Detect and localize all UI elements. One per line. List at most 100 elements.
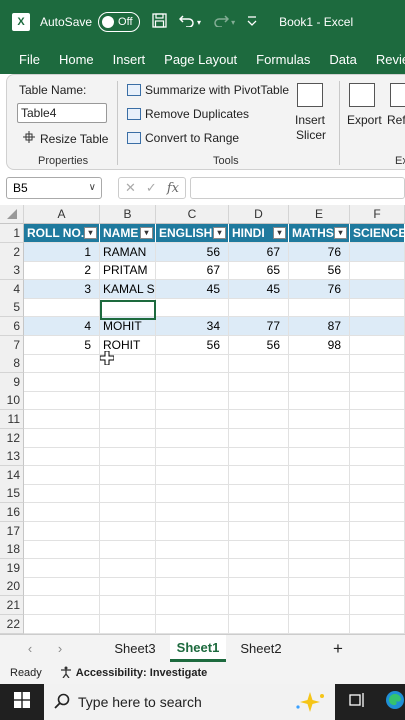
empty-cell[interactable] bbox=[229, 558, 289, 578]
sheet-nav-next[interactable]: › bbox=[50, 635, 70, 662]
empty-cell[interactable] bbox=[24, 577, 100, 597]
row-header[interactable]: 16 bbox=[0, 503, 24, 522]
undo-dropdown-icon[interactable]: ▾ bbox=[197, 18, 201, 27]
empty-cell[interactable] bbox=[24, 372, 100, 392]
empty-cell[interactable] bbox=[350, 372, 405, 392]
empty-cell[interactable] bbox=[24, 614, 100, 634]
empty-cell[interactable] bbox=[24, 354, 100, 374]
table-data-cell[interactable] bbox=[100, 298, 156, 318]
empty-cell[interactable] bbox=[24, 503, 100, 522]
table-data-cell[interactable]: 45 bbox=[156, 279, 229, 299]
empty-cell[interactable] bbox=[156, 428, 229, 448]
empty-cell[interactable] bbox=[350, 596, 405, 615]
row-header[interactable]: 15 bbox=[0, 484, 24, 504]
table-data-cell[interactable]: 76 bbox=[289, 242, 350, 262]
empty-cell[interactable] bbox=[100, 577, 156, 597]
table-name-input[interactable]: Table4 bbox=[17, 103, 107, 123]
remove-duplicates-button[interactable]: Remove Duplicates bbox=[127, 107, 249, 121]
empty-cell[interactable] bbox=[100, 614, 156, 634]
table-data-cell[interactable]: MOHIT bbox=[100, 317, 156, 336]
add-sheet-button[interactable]: + bbox=[326, 635, 350, 662]
empty-cell[interactable] bbox=[156, 503, 229, 522]
table-data-cell[interactable]: 2 bbox=[24, 261, 100, 281]
row-header[interactable]: 4 bbox=[0, 279, 24, 299]
row-header[interactable]: 20 bbox=[0, 577, 24, 597]
tab-home[interactable]: Home bbox=[59, 52, 94, 67]
tab-insert[interactable]: Insert bbox=[113, 52, 146, 67]
row-header[interactable]: 10 bbox=[0, 391, 24, 411]
sheet-tab-sheet2[interactable]: Sheet2 bbox=[230, 635, 292, 662]
table-data-cell[interactable]: 4 bbox=[24, 317, 100, 336]
empty-cell[interactable] bbox=[229, 521, 289, 541]
table-data-cell[interactable]: 67 bbox=[156, 261, 229, 281]
column-header[interactable]: B bbox=[100, 205, 156, 224]
row-header[interactable]: 2 bbox=[0, 242, 24, 262]
filter-dropdown-icon[interactable]: ▾ bbox=[213, 227, 226, 239]
empty-cell[interactable] bbox=[350, 503, 405, 522]
empty-cell[interactable] bbox=[100, 391, 156, 411]
empty-cell[interactable] bbox=[350, 410, 405, 429]
sheet-tab-sheet3[interactable]: Sheet3 bbox=[104, 635, 166, 662]
empty-cell[interactable] bbox=[229, 503, 289, 522]
row-header[interactable]: 19 bbox=[0, 558, 24, 578]
table-data-cell[interactable] bbox=[350, 279, 405, 299]
empty-cell[interactable] bbox=[350, 614, 405, 634]
enter-icon[interactable]: ✓ bbox=[146, 180, 157, 196]
empty-cell[interactable] bbox=[350, 577, 405, 597]
table-data-cell[interactable]: 45 bbox=[229, 279, 289, 299]
table-data-cell[interactable] bbox=[350, 317, 405, 336]
empty-cell[interactable] bbox=[100, 465, 156, 485]
redo-icon[interactable] bbox=[213, 13, 230, 31]
select-all-corner[interactable] bbox=[0, 205, 24, 224]
row-header[interactable]: 14 bbox=[0, 465, 24, 485]
empty-cell[interactable] bbox=[350, 428, 405, 448]
empty-cell[interactable] bbox=[156, 540, 229, 560]
redo-dropdown-icon[interactable]: ▾ bbox=[231, 18, 235, 27]
filter-dropdown-icon[interactable]: ▾ bbox=[273, 227, 286, 239]
table-data-cell[interactable] bbox=[350, 298, 405, 318]
table-data-cell[interactable]: 1 bbox=[24, 242, 100, 262]
cancel-icon[interactable]: ✕ bbox=[125, 180, 136, 196]
empty-cell[interactable] bbox=[350, 540, 405, 560]
save-icon[interactable] bbox=[152, 12, 167, 32]
table-data-cell[interactable]: 87 bbox=[289, 317, 350, 336]
table-data-cell[interactable]: 67 bbox=[229, 242, 289, 262]
empty-cell[interactable] bbox=[24, 540, 100, 560]
filter-dropdown-icon[interactable]: ▾ bbox=[334, 227, 347, 239]
empty-cell[interactable] bbox=[156, 447, 229, 467]
empty-cell[interactable] bbox=[100, 484, 156, 504]
empty-cell[interactable] bbox=[100, 596, 156, 615]
empty-cell[interactable] bbox=[229, 354, 289, 374]
table-data-cell[interactable] bbox=[24, 298, 100, 318]
table-header-cell[interactable]: ROLL NO. ▾ bbox=[24, 224, 100, 243]
table-header-cell[interactable]: ENGLISH ▾ bbox=[156, 224, 229, 243]
row-header[interactable]: 1 bbox=[0, 224, 24, 243]
table-data-cell[interactable]: 34 bbox=[156, 317, 229, 336]
empty-cell[interactable] bbox=[289, 577, 350, 597]
empty-cell[interactable] bbox=[289, 521, 350, 541]
empty-cell[interactable] bbox=[156, 558, 229, 578]
empty-cell[interactable] bbox=[24, 447, 100, 467]
empty-cell[interactable] bbox=[229, 465, 289, 485]
task-view-icon[interactable] bbox=[349, 692, 365, 713]
empty-cell[interactable] bbox=[229, 391, 289, 411]
empty-cell[interactable] bbox=[350, 558, 405, 578]
table-data-cell[interactable]: RAMAN bbox=[100, 242, 156, 262]
empty-cell[interactable] bbox=[100, 521, 156, 541]
column-header[interactable]: D bbox=[229, 205, 289, 224]
empty-cell[interactable] bbox=[289, 596, 350, 615]
column-header[interactable]: A bbox=[24, 205, 100, 224]
table-header-cell[interactable]: NAME ▾ bbox=[100, 224, 156, 243]
table-data-cell[interactable] bbox=[229, 298, 289, 318]
empty-cell[interactable] bbox=[229, 484, 289, 504]
empty-cell[interactable] bbox=[24, 391, 100, 411]
table-data-cell[interactable]: 3 bbox=[24, 279, 100, 299]
tab-formulas[interactable]: Formulas bbox=[256, 52, 310, 67]
chevron-down-icon[interactable]: ∨ bbox=[89, 178, 96, 198]
column-header[interactable]: E bbox=[289, 205, 350, 224]
row-header[interactable]: 7 bbox=[0, 335, 24, 355]
table-data-cell[interactable] bbox=[289, 298, 350, 318]
table-data-cell[interactable] bbox=[350, 261, 405, 281]
empty-cell[interactable] bbox=[289, 558, 350, 578]
empty-cell[interactable] bbox=[156, 465, 229, 485]
